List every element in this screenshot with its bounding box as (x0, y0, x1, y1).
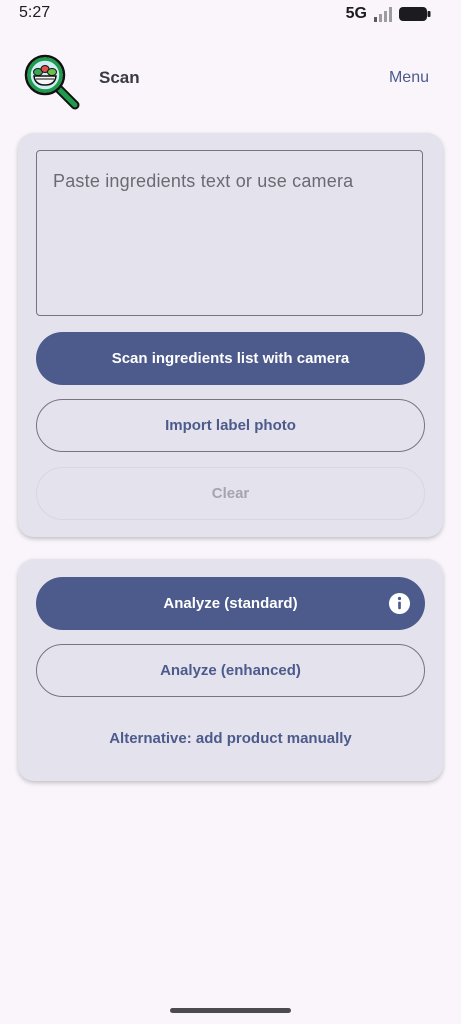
analyze-standard-button-label: Analyze (standard) (163, 595, 298, 612)
network-type: 5G (345, 5, 367, 22)
import-label-photo-button[interactable]: Import label photo (36, 399, 425, 452)
signal-icon (374, 7, 392, 22)
status-time: 5:27 (19, 4, 51, 21)
scan-camera-button-label: Scan ingredients list with camera (111, 350, 350, 367)
analyze-enhanced-button[interactable]: Analyze (enhanced) (36, 644, 425, 697)
home-indicator[interactable] (170, 1008, 291, 1013)
scan-camera-button[interactable]: Scan ingredients list with camera (36, 332, 425, 385)
analyze-standard-button[interactable]: Analyze (standard) (36, 577, 425, 630)
app-bar: Scan Menu (0, 48, 461, 110)
ingredients-text-input[interactable] (36, 150, 423, 316)
ingredients-input-card: Scan ingredients list with camera Import… (18, 133, 443, 537)
clear-button-label: Clear (211, 485, 250, 502)
menu-button[interactable]: Menu (389, 69, 429, 87)
info-icon[interactable] (388, 592, 411, 615)
analyze-card: Analyze (standard) Analyze (enhanced) Al… (18, 559, 443, 781)
battery-icon (399, 7, 431, 21)
status-indicators: 5G (346, 5, 431, 23)
add-product-manually-link[interactable]: Alternative: add product manually (18, 730, 443, 747)
magnifier-salad-bowl-icon (24, 54, 80, 110)
page-title: Scan (99, 68, 140, 87)
clear-button[interactable]: Clear (36, 467, 425, 520)
analyze-enhanced-button-label: Analyze (enhanced) (160, 662, 301, 679)
import-label-photo-button-label: Import label photo (165, 417, 296, 434)
status-bar: 5:27 5G (0, 0, 461, 28)
